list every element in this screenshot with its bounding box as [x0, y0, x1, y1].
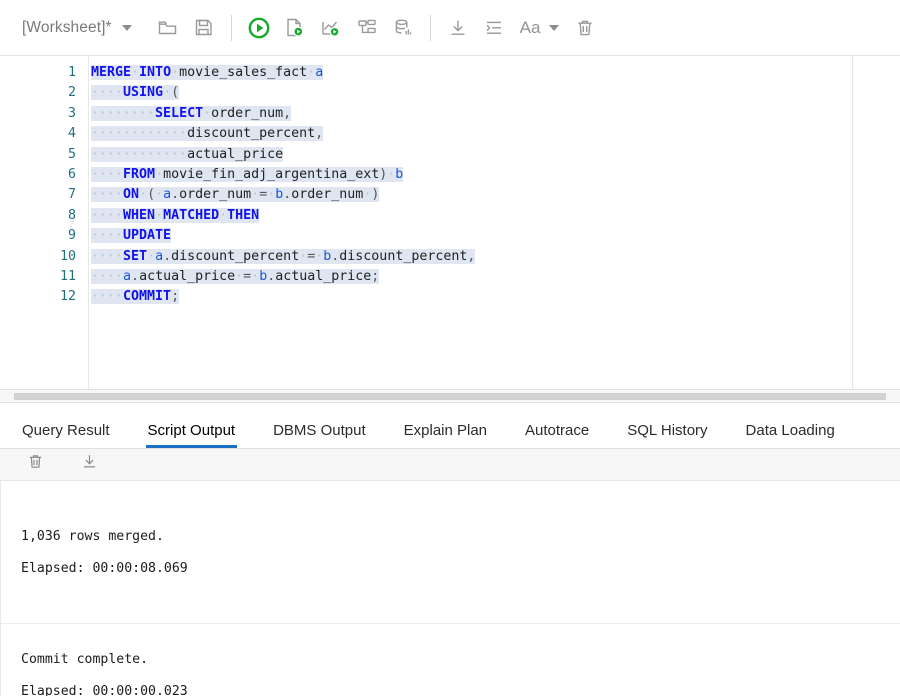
explain-plan-chart-icon	[319, 16, 342, 39]
worksheet-selector[interactable]: [Worksheet]*	[22, 19, 132, 37]
code-line: ····WHEN·MATCHED·THEN	[89, 206, 900, 226]
line-number: 8	[0, 206, 88, 226]
open-file-button[interactable]	[150, 10, 186, 46]
line-number: 2	[0, 83, 88, 103]
sql-editor[interactable]: 1 2 3 4 5 6 7 8 9 10 11 12 MERGE·INTO·mo…	[0, 56, 900, 389]
output-line: Elapsed: 00:00:00.023	[1, 676, 900, 696]
results-tab-bar: Query Result Script Output DBMS Output E…	[0, 403, 900, 449]
sql-tuning-button[interactable]	[385, 10, 421, 46]
tab-query-result[interactable]: Query Result	[22, 422, 110, 448]
line-number: 7	[0, 185, 88, 205]
download-button[interactable]	[440, 10, 476, 46]
code-line: ····SET·a.discount_percent·=·b.discount_…	[89, 247, 900, 267]
line-number: 3	[0, 104, 88, 124]
run-play-icon	[247, 16, 271, 40]
code-line: ····FROM·movie_fin_adj_argentina_ext)·b	[89, 165, 900, 185]
line-number: 11	[0, 267, 88, 287]
save-button[interactable]	[186, 10, 222, 46]
download-icon	[80, 452, 99, 471]
run-script-icon	[283, 16, 306, 39]
toolbar-separator-2	[430, 15, 431, 41]
output-line: 1,036 rows merged.	[1, 521, 900, 553]
output-gap	[1, 624, 900, 644]
code-line: ····COMMIT;	[89, 287, 900, 307]
line-number: 1	[0, 63, 88, 83]
font-size-label: Aa	[520, 18, 541, 38]
code-line: ····UPDATE	[89, 226, 900, 246]
clear-output-button[interactable]	[22, 452, 48, 478]
autotrace-button[interactable]	[349, 10, 385, 46]
tab-sql-history[interactable]: SQL History	[627, 422, 707, 448]
line-number: 10	[0, 247, 88, 267]
line-number: 12	[0, 287, 88, 307]
editor-right-rule	[852, 56, 853, 389]
trash-icon	[574, 17, 596, 39]
sql-worksheet-app: [Worksheet]*	[0, 0, 900, 696]
floppy-save-icon	[193, 17, 214, 38]
results-panel: Query Result Script Output DBMS Output E…	[0, 403, 900, 696]
tab-data-loading[interactable]: Data Loading	[746, 422, 835, 448]
download-icon	[447, 17, 469, 39]
format-indent-icon	[483, 17, 505, 39]
run-statement-button[interactable]	[241, 10, 277, 46]
code-line: ············discount_percent,	[89, 124, 900, 144]
output-spacer	[1, 585, 900, 613]
line-number: 9	[0, 226, 88, 246]
download-output-button[interactable]	[76, 452, 102, 478]
code-line: ············actual_price	[89, 145, 900, 165]
database-stats-icon	[392, 17, 414, 39]
tab-explain-plan[interactable]: Explain Plan	[404, 422, 487, 448]
code-text-area[interactable]: MERGE·INTO·movie_sales_fact·a····USING·(…	[88, 56, 900, 389]
output-line: Commit complete.	[1, 644, 900, 676]
output-top-padding	[1, 481, 900, 521]
autotrace-tree-icon	[356, 17, 378, 39]
clear-worksheet-button[interactable]	[567, 10, 603, 46]
code-line: MERGE·INTO·movie_sales_fact·a	[89, 63, 900, 83]
output-toolbar	[0, 449, 900, 481]
worksheet-name-label: [Worksheet]*	[22, 19, 112, 37]
tab-script-output[interactable]: Script Output	[148, 422, 236, 448]
line-number: 4	[0, 124, 88, 144]
tab-dbms-output[interactable]: DBMS Output	[273, 422, 366, 448]
explain-plan-button[interactable]	[313, 10, 349, 46]
line-number: 5	[0, 145, 88, 165]
splitter-handle[interactable]	[14, 393, 886, 400]
line-number-gutter: 1 2 3 4 5 6 7 8 9 10 11 12	[0, 56, 88, 389]
run-script-button[interactable]	[277, 10, 313, 46]
trash-icon	[26, 452, 45, 471]
code-line: ····a.actual_price·=·b.actual_price;	[89, 267, 900, 287]
font-size-button[interactable]: Aa	[520, 10, 560, 46]
font-size-chevron-down-icon[interactable]	[549, 25, 559, 31]
folder-open-icon	[157, 17, 178, 38]
script-output-body[interactable]: 1,036 rows merged. Elapsed: 00:00:08.069…	[0, 481, 900, 696]
chevron-down-icon[interactable]	[122, 25, 132, 31]
tab-autotrace[interactable]: Autotrace	[525, 422, 589, 448]
format-button[interactable]	[476, 10, 512, 46]
output-line: Elapsed: 00:00:08.069	[1, 553, 900, 585]
toolbar-separator-1	[231, 15, 232, 41]
panel-splitter[interactable]	[0, 389, 900, 403]
code-line: ····ON·(·a.order_num·=·b.order_num·)	[89, 185, 900, 205]
line-number: 6	[0, 165, 88, 185]
worksheet-toolbar: [Worksheet]*	[0, 0, 900, 56]
code-line: ········SELECT·order_num,	[89, 104, 900, 124]
code-render-host: MERGE·INTO·movie_sales_fact·a····USING·(…	[89, 63, 900, 308]
code-line: ····USING·(	[89, 83, 900, 103]
